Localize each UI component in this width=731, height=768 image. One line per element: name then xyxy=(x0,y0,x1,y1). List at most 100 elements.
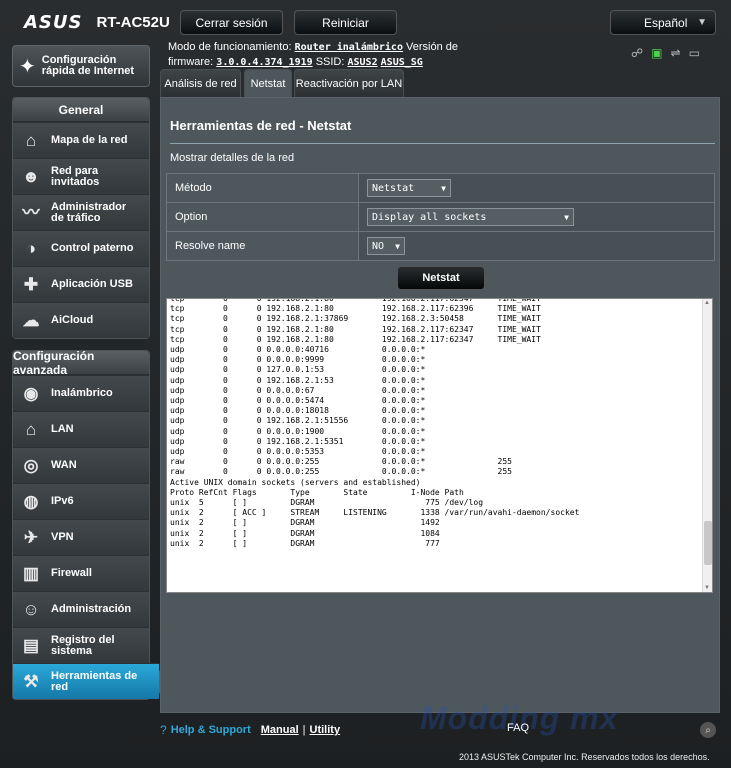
method-label: Método xyxy=(166,173,359,203)
clients-icon[interactable]: ☍ xyxy=(631,46,643,60)
network-status-icon[interactable]: ▣ xyxy=(651,46,662,60)
nav-wan[interactable]: ◎ WAN xyxy=(13,447,149,483)
network-map-icon: ⌂ xyxy=(25,131,37,150)
nav-wireless[interactable]: ◉ Inalámbrico xyxy=(13,375,149,411)
usb-status-icon[interactable]: ⇌ xyxy=(671,46,681,60)
nav-network-tools[interactable]: ⚒ Herramientas de red xyxy=(13,663,169,699)
chevron-down-icon: ▼ xyxy=(441,183,446,193)
quick-setup-button[interactable]: ✦ Configuración rápida de Internet xyxy=(12,45,150,87)
copyright: 2013 ASUSTek Computer Inc. Reservados to… xyxy=(459,752,710,762)
status-icons: ☍ ▣ ⇌ ▭ xyxy=(631,46,700,60)
ssid-label: SSID: xyxy=(315,56,345,68)
search-icon[interactable]: ⌕ xyxy=(700,722,716,738)
nav-network-map[interactable]: ⌂ Mapa de la red xyxy=(13,122,149,158)
option-label: Option xyxy=(166,202,359,232)
vpn-icon: ✈ xyxy=(23,528,39,547)
mode-label: Modo de funcionamiento: xyxy=(168,41,292,53)
settings-table: Método Netstat ▼ Option Display all socke… xyxy=(166,173,715,261)
nav-label: Firewall xyxy=(51,567,92,579)
mode-link[interactable]: Router inalámbrico xyxy=(295,42,403,53)
footer-separator: | xyxy=(302,724,306,736)
model-name: RT-AC52U xyxy=(96,14,170,31)
firmware-link[interactable]: 3.0.0.4.374_1919 xyxy=(216,57,312,68)
tab-network-analysis[interactable]: Análisis de red xyxy=(160,69,241,97)
output-text: tcp 0 0 192.168.2.1:80 192.168.2.117:623… xyxy=(170,298,580,548)
usb-app-icon: ✚ xyxy=(23,275,39,294)
quick-setup-label: Configuración rápida de Internet xyxy=(41,54,135,77)
nav-label: VPN xyxy=(51,531,74,543)
nav-label: LAN xyxy=(51,423,74,435)
method-value: Netstat xyxy=(372,182,415,194)
wand-icon: ✦ xyxy=(19,55,36,78)
nav-ipv6[interactable]: ◍ IPv6 xyxy=(13,483,149,519)
nav-label: Herramientas de red xyxy=(51,669,138,693)
nav-label: Red para invitados xyxy=(51,164,100,188)
ssid-link-2[interactable]: ASUS_SG xyxy=(381,57,423,68)
faq-label: FAQ xyxy=(507,722,530,734)
netstat-output[interactable]: tcp 0 0 192.168.2.1:80 192.168.2.117:623… xyxy=(166,298,713,593)
tab-wake-on-lan[interactable]: Reactivación por LAN xyxy=(294,69,404,97)
nav-label: Inalámbrico xyxy=(51,387,113,399)
advanced-title: Configuración avanzada xyxy=(13,349,149,377)
nav-usb-app[interactable]: ✚ Aplicación USB xyxy=(13,266,149,302)
traffic-manager-icon: 〰 xyxy=(22,203,40,222)
page-title: Herramientas de red - Netstat xyxy=(170,118,352,133)
chevron-down-icon: ▼ xyxy=(564,212,569,222)
page-subtitle: Mostrar detalles de la red xyxy=(170,152,295,164)
printer-icon[interactable]: ▭ xyxy=(689,46,700,60)
nav-label: WAN xyxy=(51,459,77,471)
resolve-select[interactable]: NO ▼ xyxy=(367,237,405,255)
method-select[interactable]: Netstat ▼ xyxy=(367,179,451,197)
nav-label: Control paterno xyxy=(51,242,134,254)
option-select[interactable]: Display all sockets ▼ xyxy=(367,208,574,226)
router-admin-window: ASUS RT-AC52U Cerrar sesión Reiniciar Es… xyxy=(0,0,731,768)
nav-label: Mapa de la red xyxy=(51,134,128,146)
chevron-down-icon: ▼ xyxy=(395,241,400,251)
divider xyxy=(170,143,715,144)
chevron-down-icon: ▼ xyxy=(697,17,707,28)
language-select[interactable]: Español ▼ xyxy=(610,10,716,35)
system-info: Modo de funcionamiento: Router inalámbri… xyxy=(168,40,468,70)
firewall-icon: ▥ xyxy=(22,564,40,583)
logout-button[interactable]: Cerrar sesión xyxy=(180,10,283,35)
parental-control-icon: ◑ xyxy=(25,239,37,258)
resolve-value: NO xyxy=(372,240,385,252)
system-log-icon: ▤ xyxy=(22,636,40,655)
nav-label: Administración xyxy=(51,603,132,615)
general-menu: General ⌂ Mapa de la red ☻ Red para invita… xyxy=(12,97,150,339)
scroll-thumb[interactable] xyxy=(704,521,712,565)
nav-administration[interactable]: ☺ Administración xyxy=(13,591,149,627)
ipv6-icon: ◍ xyxy=(23,492,39,511)
scroll-up-icon[interactable]: ▲ xyxy=(704,300,710,306)
footer: ? Help & Support Manual | Utility xyxy=(160,715,720,745)
utility-link[interactable]: Utility xyxy=(310,724,341,736)
output-scrollbar[interactable]: ▲ ▼ xyxy=(702,299,712,592)
nav-parental-control[interactable]: ◑ Control paterno xyxy=(13,230,149,266)
reboot-button[interactable]: Reiniciar xyxy=(294,10,397,35)
manual-link[interactable]: Manual xyxy=(261,724,299,736)
scroll-down-icon[interactable]: ▼ xyxy=(704,585,710,591)
general-title: General xyxy=(13,98,149,122)
nav-traffic-manager[interactable]: 〰 Administrador de tráfico xyxy=(13,194,149,230)
network-tools-icon: ⚒ xyxy=(23,672,39,691)
nav-firewall[interactable]: ▥ Firewall xyxy=(13,555,149,591)
help-icon: ? xyxy=(160,723,167,737)
netstat-button[interactable]: Netstat xyxy=(397,266,485,290)
resolve-label: Resolve name xyxy=(166,231,359,261)
nav-guest-network[interactable]: ☻ Red para invitados xyxy=(13,158,149,194)
nav-lan[interactable]: ⌂ LAN xyxy=(13,411,149,447)
nav-label: Administrador de tráfico xyxy=(51,200,127,224)
nav-system-log[interactable]: ▤ Registro del sistema xyxy=(13,627,149,663)
admin-icon: ☺ xyxy=(22,600,40,619)
nav-label: Registro del sistema xyxy=(51,633,115,657)
tab-netstat[interactable]: Netstat xyxy=(244,69,292,97)
help-support-label: Help & Support xyxy=(170,724,251,736)
nav-aicloud[interactable]: ☁ AiCloud xyxy=(13,302,149,338)
nav-label: Aplicación USB xyxy=(51,278,133,290)
language-label: Español xyxy=(644,15,688,30)
nav-vpn[interactable]: ✈ VPN xyxy=(13,519,149,555)
ssid-link-1[interactable]: ASUS2 xyxy=(347,57,377,68)
main-panel: Herramientas de red - Netstat Mostrar de… xyxy=(160,97,720,713)
asus-logo: ASUS xyxy=(24,12,83,33)
cloud-icon: ☁ xyxy=(22,311,40,330)
